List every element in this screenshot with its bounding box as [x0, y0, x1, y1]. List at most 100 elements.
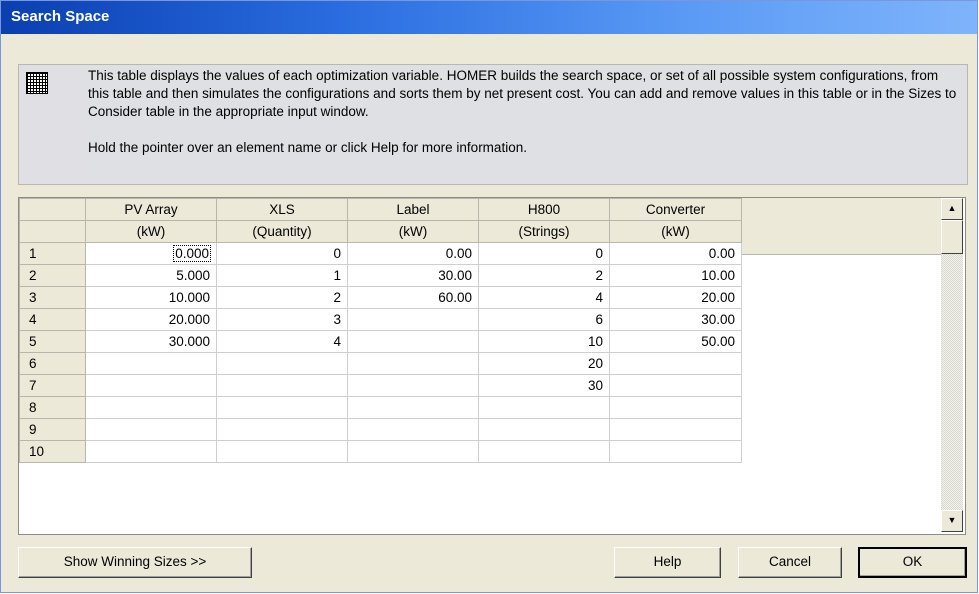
table-cell[interactable]: 0.000 [85, 242, 217, 265]
table-row: 5 30.000 4 10 50.00 [19, 330, 742, 353]
ok-button[interactable]: OK [858, 547, 967, 578]
scroll-down-button[interactable]: ▼ [941, 510, 963, 532]
table-cell[interactable] [85, 352, 217, 375]
values-grid: PV Array XLS Label H800 Converter (kW) (… [19, 198, 742, 463]
table-row: 7 30 [19, 374, 742, 397]
column-header[interactable]: H800 [478, 198, 610, 221]
vertical-scrollbar[interactable]: ▲ ▼ [941, 198, 963, 532]
info-text: This table displays the values of each o… [88, 67, 958, 157]
table-row: 6 20 [19, 352, 742, 375]
column-header[interactable]: XLS [216, 198, 348, 221]
table-cell[interactable] [85, 374, 217, 397]
table-cell[interactable]: 4 [216, 330, 348, 353]
arrow-down-icon: ▼ [947, 515, 957, 525]
table-cell[interactable] [347, 396, 479, 419]
table-cell[interactable] [85, 440, 217, 463]
table-cell[interactable]: 2 [478, 264, 610, 287]
table-cell[interactable]: 5.000 [85, 264, 217, 287]
table-cell[interactable]: 30.00 [347, 264, 479, 287]
column-unit[interactable]: (kW) [85, 220, 217, 243]
row-number: 7 [19, 374, 86, 397]
row-number: 9 [19, 418, 86, 441]
table-cell[interactable]: 10.000 [85, 286, 217, 309]
table-cell[interactable] [216, 374, 348, 397]
column-unit[interactable]: (Quantity) [216, 220, 348, 243]
table-cell[interactable] [216, 352, 348, 375]
table-cell[interactable] [85, 418, 217, 441]
table-cell[interactable] [478, 440, 610, 463]
info-hint: Hold the pointer over an element name or… [88, 140, 527, 155]
row-number: 8 [19, 396, 86, 419]
table-cell[interactable] [347, 352, 479, 375]
table-row: 8 [19, 396, 742, 419]
table-row: 4 20.000 3 6 30.00 [19, 308, 742, 331]
table-cell[interactable]: 50.00 [609, 330, 742, 353]
row-number: 3 [19, 286, 86, 309]
table-cell[interactable] [347, 308, 479, 331]
show-winning-sizes-button[interactable]: Show Winning Sizes >> [18, 547, 252, 578]
table-cell[interactable] [478, 418, 610, 441]
table-row: 9 [19, 418, 742, 441]
table-cell[interactable]: 20 [478, 352, 610, 375]
table-cell[interactable] [347, 440, 479, 463]
table-cell[interactable] [347, 330, 479, 353]
arrow-up-icon: ▲ [947, 203, 957, 213]
table-cell[interactable]: 0 [478, 242, 610, 265]
table-cell[interactable]: 1 [216, 264, 348, 287]
table-cell[interactable] [347, 418, 479, 441]
table-cell[interactable] [609, 418, 742, 441]
cancel-button[interactable]: Cancel [738, 547, 842, 578]
table-cell[interactable]: 0.00 [609, 242, 742, 265]
row-number: 6 [19, 352, 86, 375]
row-number: 5 [19, 330, 86, 353]
table-cell[interactable] [347, 374, 479, 397]
corner-cell [19, 220, 86, 243]
scroll-up-button[interactable]: ▲ [941, 198, 963, 220]
search-space-table: PV Array XLS Label H800 Converter (kW) (… [18, 197, 966, 535]
table-cell[interactable] [216, 396, 348, 419]
header-filler [742, 198, 941, 255]
table-cell[interactable]: 2 [216, 286, 348, 309]
info-description: This table displays the values of each o… [88, 68, 957, 119]
title-bar[interactable]: Search Space [1, 1, 977, 34]
table-cell[interactable] [609, 352, 742, 375]
table-cell[interactable] [216, 418, 348, 441]
column-header[interactable]: Label [347, 198, 479, 221]
table-cell[interactable]: 6 [478, 308, 610, 331]
table-row: 1 0.000 0 0.00 0 0.00 [19, 242, 742, 265]
table-cell[interactable] [85, 396, 217, 419]
table-cell[interactable]: 3 [216, 308, 348, 331]
table-cell[interactable]: 20.00 [609, 286, 742, 309]
column-header[interactable]: Converter [609, 198, 742, 221]
table-row: 3 10.000 2 60.00 4 20.00 [19, 286, 742, 309]
table-grid-icon [26, 72, 48, 94]
table-cell[interactable]: 4 [478, 286, 610, 309]
corner-cell [19, 198, 86, 221]
column-unit[interactable]: (Strings) [478, 220, 610, 243]
table-cell[interactable] [609, 396, 742, 419]
table-cell[interactable]: 30.00 [609, 308, 742, 331]
table-cell[interactable] [478, 396, 610, 419]
column-unit[interactable]: (kW) [609, 220, 742, 243]
row-number: 1 [19, 242, 86, 265]
search-space-dialog: Search Space This table displays the val… [0, 0, 978, 593]
table-cell[interactable] [609, 440, 742, 463]
table-cell[interactable]: 10.00 [609, 264, 742, 287]
table-row: 2 5.000 1 30.00 2 10.00 [19, 264, 742, 287]
table-cell[interactable]: 30.000 [85, 330, 217, 353]
column-unit[interactable]: (kW) [347, 220, 479, 243]
table-cell[interactable]: 30 [478, 374, 610, 397]
row-number: 10 [19, 440, 86, 463]
table-cell[interactable] [609, 374, 742, 397]
table-cell[interactable]: 0.00 [347, 242, 479, 265]
help-button[interactable]: Help [614, 547, 721, 578]
scroll-thumb[interactable] [941, 220, 963, 254]
table-cell[interactable]: 10 [478, 330, 610, 353]
table-row: 10 [19, 440, 742, 463]
table-cell[interactable]: 60.00 [347, 286, 479, 309]
table-cell[interactable]: 20.000 [85, 308, 217, 331]
table-cell[interactable] [216, 440, 348, 463]
table-cell[interactable]: 0 [216, 242, 348, 265]
column-header[interactable]: PV Array [85, 198, 217, 221]
cell-value: 0.000 [173, 245, 211, 262]
